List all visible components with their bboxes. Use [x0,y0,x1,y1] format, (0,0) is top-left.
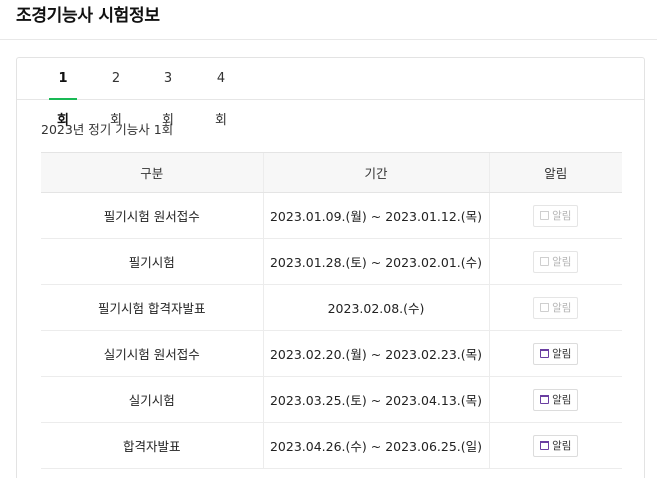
tab-round-4[interactable]: 4회 [211,58,231,128]
section-title: 2023년 정기 기능사 1회 [41,122,174,137]
tab-round-3[interactable]: 3회 [158,58,178,128]
row-alarm-cell: 알림 [488,192,622,239]
row-alarm-cell: 알림 [488,422,622,469]
table-row: 실기시험 2023.03.25.(토) ~ 2023.04.13.(목) 알림 [41,376,622,423]
row-period: 2023.03.25.(토) ~ 2023.04.13.(목) [262,376,489,423]
row-category: 필기시험 합격자발표 [41,284,263,331]
calendar-icon [540,303,550,312]
alarm-button[interactable]: 알림 [533,204,579,227]
exam-info-page: 조경기능사 시험정보 1회 2회 3회 4회 2023년 정기 기능사 1회 구… [0,0,657,478]
exam-schedule-card: 1회 2회 3회 4회 2023년 정기 기능사 1회 구분 기간 알림 필기시… [16,57,645,478]
table-row: 실기시험 원서접수 2023.02.20.(월) ~ 2023.02.23.(목… [41,330,622,377]
column-header-period: 기간 [262,152,489,193]
calendar-icon [540,441,550,450]
alarm-button-label: 알림 [552,210,572,222]
schedule-table: 구분 기간 알림 필기시험 원서접수 2023.01.09.(월) ~ 2023… [41,152,622,469]
tab-round-2[interactable]: 2회 [106,58,126,128]
row-period: 2023.02.08.(수) [262,284,489,331]
alarm-button-label: 알림 [552,256,572,268]
alarm-button-label: 알림 [552,302,572,314]
alarm-button[interactable]: 알림 [533,342,579,365]
alarm-button-label: 알림 [552,394,572,406]
calendar-icon [540,257,550,266]
row-category: 합격자발표 [41,422,263,469]
table-row: 합격자발표 2023.04.26.(수) ~ 2023.06.25.(일) 알림 [41,422,622,469]
table-header-row: 구분 기간 알림 [41,152,622,193]
row-period: 2023.01.09.(월) ~ 2023.01.12.(목) [262,192,489,239]
column-header-category: 구분 [41,152,263,193]
row-period: 2023.01.28.(토) ~ 2023.02.01.(수) [262,238,489,285]
header-divider [0,39,657,40]
row-alarm-cell: 알림 [488,284,622,331]
table-row: 필기시험 2023.01.28.(토) ~ 2023.02.01.(수) 알림 [41,238,622,285]
alarm-button[interactable]: 알림 [533,434,579,457]
table-row: 필기시험 합격자발표 2023.02.08.(수) 알림 [41,284,622,331]
column-header-alarm: 알림 [488,152,622,193]
calendar-icon [540,211,550,220]
alarm-button-label: 알림 [552,440,572,452]
calendar-icon [540,395,550,404]
row-period: 2023.04.26.(수) ~ 2023.06.25.(일) [262,422,489,469]
alarm-button[interactable]: 알림 [533,250,579,273]
round-tabs: 1회 2회 3회 4회 [17,58,644,128]
alarm-button-label: 알림 [552,348,572,360]
alarm-button[interactable]: 알림 [533,296,579,319]
tab-round-1[interactable]: 1회 [49,58,77,128]
row-period: 2023.02.20.(월) ~ 2023.02.23.(목) [262,330,489,377]
row-alarm-cell: 알림 [488,330,622,377]
row-category: 필기시험 원서접수 [41,192,263,239]
table-row: 필기시험 원서접수 2023.01.09.(월) ~ 2023.01.12.(목… [41,192,622,239]
row-category: 실기시험 원서접수 [41,330,263,377]
row-alarm-cell: 알림 [488,238,622,285]
alarm-button[interactable]: 알림 [533,388,579,411]
page-title: 조경기능사 시험정보 [16,6,160,26]
calendar-icon [540,349,550,358]
row-category: 실기시험 [41,376,263,423]
row-alarm-cell: 알림 [488,376,622,423]
row-category: 필기시험 [41,238,263,285]
